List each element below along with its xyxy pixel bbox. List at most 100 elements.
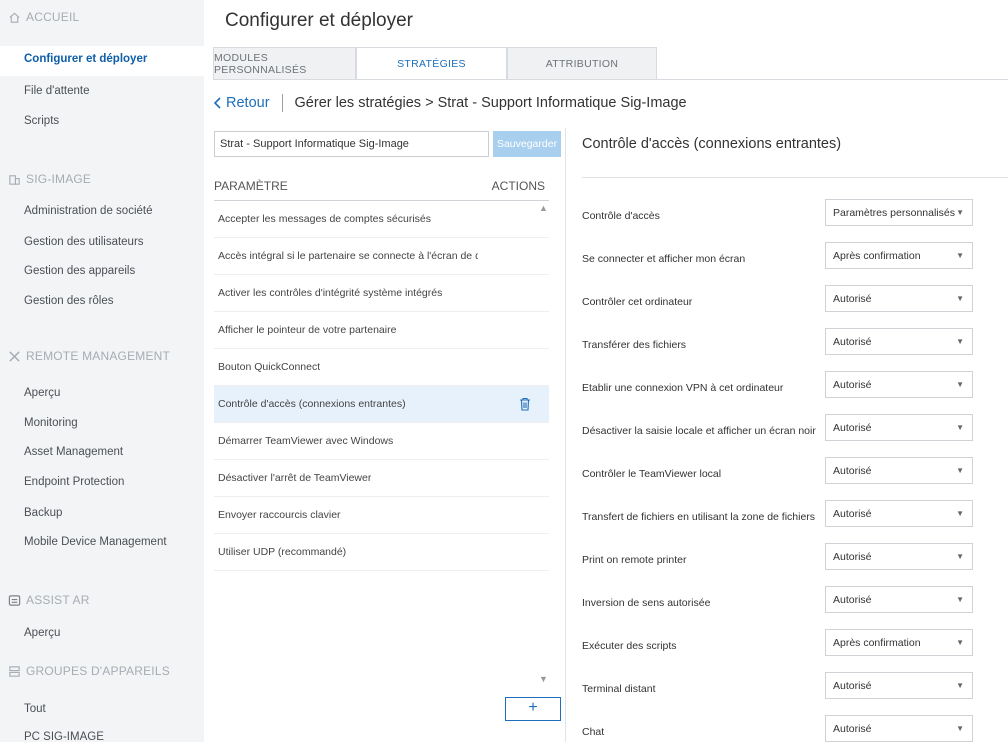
param-row[interactable]: Accepter les messages de comptes sécuris… — [214, 201, 549, 238]
chevron-down-icon: ▼ — [956, 208, 964, 217]
sidebar-item-apercu[interactable]: Aperçu — [24, 387, 60, 399]
select-value: Autorisé — [833, 722, 872, 735]
select-value: Autorisé — [833, 550, 872, 563]
param-label: Afficher le pointeur de votre partenaire — [218, 324, 397, 336]
add-param-button[interactable]: + — [505, 697, 561, 721]
setting-label-desactiver-la-saisie-locale-et-afficher-un-ecran-noir: Désactiver la saisie locale et afficher … — [582, 425, 816, 437]
setting-label-executer-des-scripts: Exécuter des scripts — [582, 640, 677, 652]
section-header-sig-image: SIG-IMAGE — [8, 172, 91, 186]
setting-select-se-connecter-et-afficher-mon-ecran[interactable]: Après confirmation ▼ — [825, 242, 973, 269]
setting-label-controler-le-teamviewer-local: Contrôler le TeamViewer local — [582, 468, 722, 480]
setting-select-print-on-remote-printer[interactable]: Autorisé ▼ — [825, 543, 973, 570]
policy-name-input[interactable] — [214, 131, 489, 157]
setting-select-transfert-de-fichiers-en-utilisant-la-zone-de-fichiers[interactable]: Autorisé ▼ — [825, 500, 973, 527]
sidebar-item-backup[interactable]: Backup — [24, 507, 62, 519]
sidebar-item-gestion-des-appareils[interactable]: Gestion des appareils — [24, 265, 135, 277]
trash-icon[interactable] — [505, 397, 545, 411]
sidebar-item-file-d-attente[interactable]: File d'attente — [24, 85, 90, 97]
crossed-tools-icon — [8, 350, 21, 363]
setting-select-desactiver-la-saisie-locale-et-afficher-un-ecran-noir[interactable]: Autorisé ▼ — [825, 414, 973, 441]
param-row[interactable]: Bouton QuickConnect — [214, 349, 549, 386]
chevron-down-icon: ▼ — [956, 337, 964, 346]
select-value: Après confirmation — [833, 636, 921, 649]
setting-select-controle-d-acces[interactable]: Paramètres personnalisés ▼ — [825, 199, 973, 226]
select-value: Autorisé — [833, 679, 872, 692]
param-label: Utiliser UDP (recommandé) — [218, 546, 347, 558]
sidebar-item-asset-management[interactable]: Asset Management — [24, 446, 123, 458]
chevron-down-icon: ▼ — [956, 423, 964, 432]
chevron-down-icon: ▼ — [956, 466, 964, 475]
param-label: Démarrer TeamViewer avec Windows — [218, 435, 394, 447]
param-row[interactable]: Afficher le pointeur de votre partenaire — [214, 312, 549, 349]
setting-select-terminal-distant[interactable]: Autorisé ▼ — [825, 672, 973, 699]
param-label: Accès intégral si le partenaire se conne… — [218, 250, 478, 262]
setting-select-executer-des-scripts[interactable]: Après confirmation ▼ — [825, 629, 973, 656]
section-header-groupes-d-appareils: GROUPES D'APPAREILS — [8, 664, 170, 678]
chevron-down-icon: ▼ — [956, 294, 964, 303]
setting-select-transferer-des-fichiers[interactable]: Autorisé ▼ — [825, 328, 973, 355]
tab-strategies[interactable]: STRATÉGIES — [356, 47, 507, 80]
chevron-down-icon: ▼ — [956, 724, 964, 733]
setting-label-controler-cet-ordinateur: Contrôler cet ordinateur — [582, 296, 693, 308]
tab-attribution[interactable]: ATTRIBUTION — [507, 47, 657, 80]
setting-select-inversion-de-sens-autorisee[interactable]: Autorisé ▼ — [825, 586, 973, 613]
main-content: Configurer et déployer MODULES PERSONNAL… — [204, 0, 1008, 742]
param-label: Envoyer raccourcis clavier — [218, 509, 341, 521]
param-label: Activer les contrôles d'intégrité systèm… — [218, 287, 443, 299]
param-label: Contrôle d'accès (connexions entrantes) — [218, 398, 406, 410]
setting-select-etablir-une-connexion-vpn-a-cet-ordinateur[interactable]: Autorisé ▼ — [825, 371, 973, 398]
section-header-assist-ar: ASSIST AR — [8, 593, 90, 607]
param-row[interactable]: Contrôle d'accès (connexions entrantes) — [214, 386, 549, 423]
setting-select-controler-cet-ordinateur[interactable]: Autorisé ▼ — [825, 285, 973, 312]
param-row[interactable]: Activer les contrôles d'intégrité systèm… — [214, 275, 549, 312]
sidebar-item-gestion-des-utilisateurs[interactable]: Gestion des utilisateurs — [24, 236, 144, 248]
scroll-down-arrow-icon[interactable]: ▼ — [539, 674, 548, 684]
select-value: Autorisé — [833, 421, 872, 434]
back-link[interactable]: Retour — [214, 95, 270, 111]
setting-label-se-connecter-et-afficher-mon-ecran: Se connecter et afficher mon écran — [582, 253, 746, 265]
section-title: ACCUEIL — [26, 10, 80, 24]
sidebar-item-endpoint-protection[interactable]: Endpoint Protection — [24, 476, 124, 488]
group-icon — [8, 665, 21, 678]
scroll-up-arrow-icon[interactable]: ▲ — [539, 203, 548, 213]
select-value: Autorisé — [833, 507, 872, 520]
param-row[interactable]: Envoyer raccourcis clavier — [214, 497, 549, 534]
column-header-actions: ACTIONS — [491, 179, 545, 193]
breadcrumb-path: Gérer les stratégies > Strat - Support I… — [294, 95, 687, 111]
sidebar-item-gestion-des-roles[interactable]: Gestion des rôles — [24, 295, 114, 307]
param-row[interactable]: Désactiver l'arrêt de TeamViewer — [214, 460, 549, 497]
chevron-down-icon: ▼ — [956, 638, 964, 647]
tab-bar: MODULES PERSONNALISÉS STRATÉGIES ATTRIBU… — [213, 47, 657, 80]
select-value: Autorisé — [833, 292, 872, 305]
param-row[interactable]: Utiliser UDP (recommandé) — [214, 534, 549, 571]
select-value: Autorisé — [833, 593, 872, 606]
setting-label-transfert-de-fichiers-en-utilisant-la-zone-de-fichiers: Transfert de fichiers en utilisant la zo… — [582, 511, 816, 523]
param-list-header: PARAMÈTRE ACTIONS — [214, 172, 549, 200]
sidebar-item-tout[interactable]: Tout — [24, 703, 46, 715]
detail-divider — [582, 177, 1008, 178]
param-row[interactable]: Démarrer TeamViewer avec Windows — [214, 423, 549, 460]
sidebar-item-apercu[interactable]: Aperçu — [24, 627, 60, 639]
section-title: ASSIST AR — [26, 593, 90, 607]
sidebar-item-configurer-et-deployer[interactable]: Configurer et déployer — [24, 53, 147, 65]
sidebar-item-administration-de-societe[interactable]: Administration de société — [24, 205, 152, 217]
breadcrumb-separator — [281, 94, 283, 112]
sidebar-item-monitoring[interactable]: Monitoring — [24, 417, 78, 429]
chevron-down-icon: ▼ — [956, 595, 964, 604]
setting-label-terminal-distant: Terminal distant — [582, 683, 656, 695]
sidebar-item-mobile-device-management[interactable]: Mobile Device Management — [24, 536, 167, 548]
headset-icon — [8, 594, 21, 607]
setting-select-controler-le-teamviewer-local[interactable]: Autorisé ▼ — [825, 457, 973, 484]
select-value: Après confirmation — [833, 249, 921, 262]
tab-modules-personnalises[interactable]: MODULES PERSONNALISÉS — [213, 47, 356, 80]
select-value: Paramètres personnalisés — [833, 206, 955, 219]
setting-label-print-on-remote-printer: Print on remote printer — [582, 554, 687, 566]
sidebar-item-pc-sig-image[interactable]: PC SIG-IMAGE — [24, 731, 104, 742]
param-list: Accepter les messages de comptes sécuris… — [214, 201, 549, 696]
select-value: Autorisé — [833, 378, 872, 391]
param-label: Accepter les messages de comptes sécuris… — [218, 213, 432, 225]
param-row[interactable]: Accès intégral si le partenaire se conne… — [214, 238, 549, 275]
setting-select-chat[interactable]: Autorisé ▼ — [825, 715, 973, 742]
save-button[interactable]: Sauvegarder — [493, 131, 561, 157]
sidebar-item-scripts[interactable]: Scripts — [24, 115, 59, 127]
